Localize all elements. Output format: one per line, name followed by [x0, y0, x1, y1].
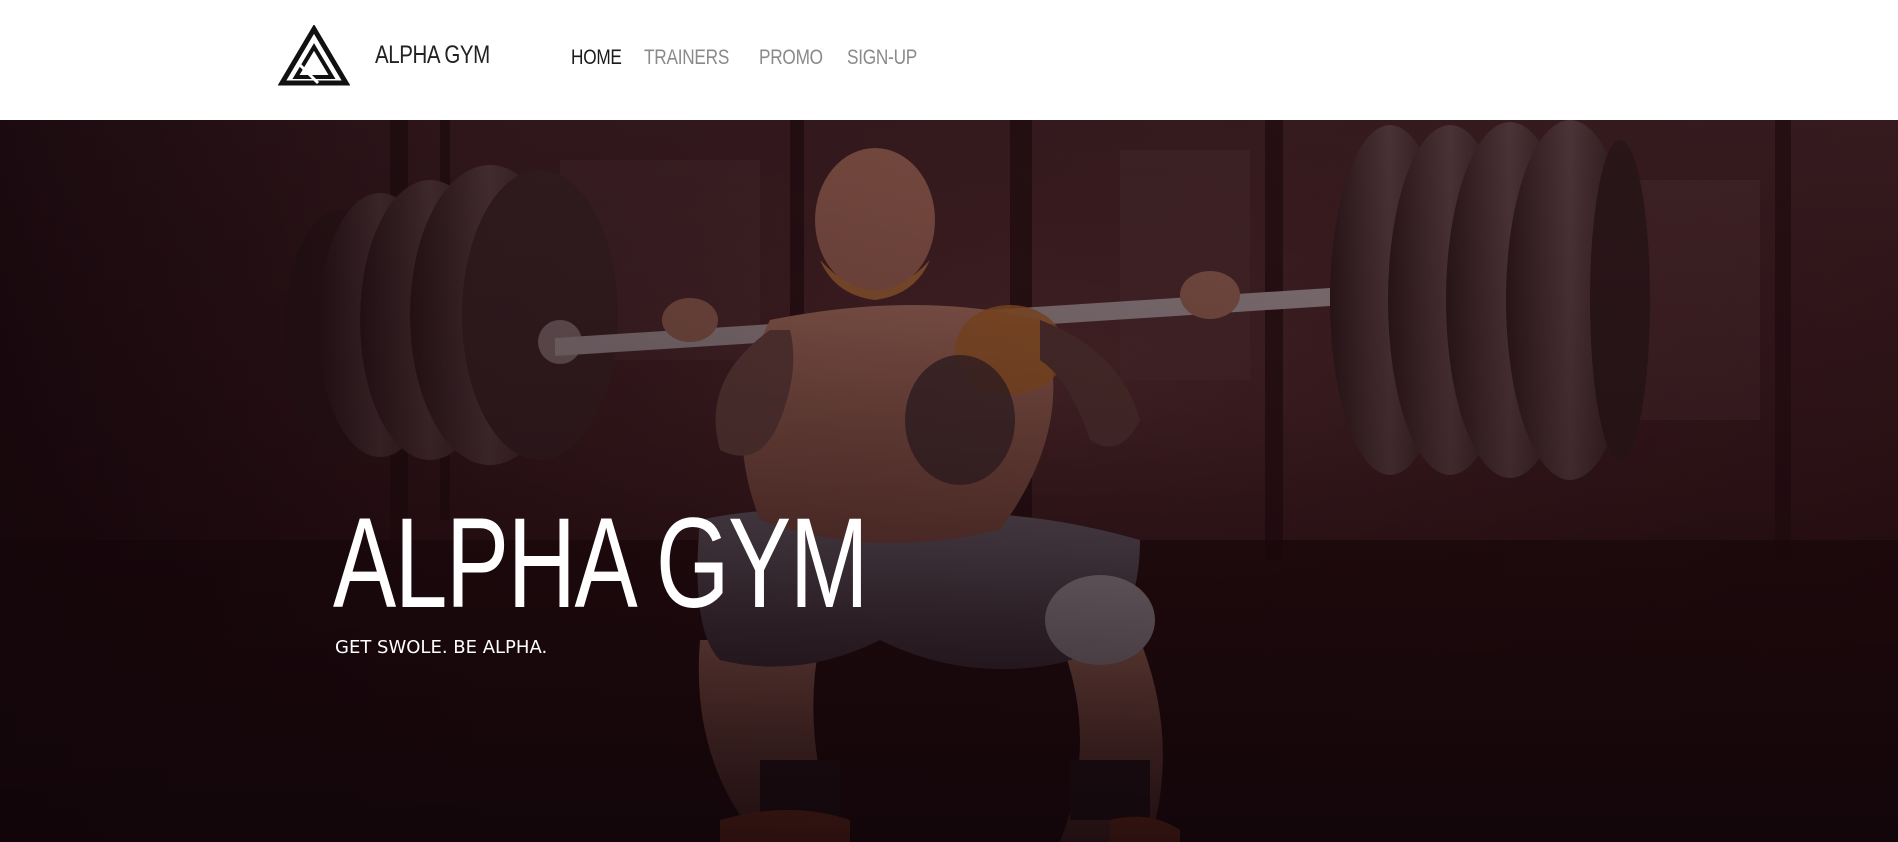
nav-promo-link[interactable]: PROMO: [759, 46, 823, 70]
hero-tagline: GET SWOLE. BE ALPHA.: [335, 637, 548, 658]
hero-section: ALPHA GYM GET SWOLE. BE ALPHA.: [0, 120, 1898, 842]
brand-name[interactable]: ALPHA GYM: [375, 41, 490, 70]
nav-trainers-link[interactable]: TRAINERS: [644, 46, 729, 70]
nav-signup-link[interactable]: SIGN-UP: [847, 46, 917, 70]
triangle-logo-icon[interactable]: [278, 25, 350, 87]
hero-title: ALPHA GYM: [333, 492, 869, 635]
nav-home-link[interactable]: HOME: [571, 46, 622, 70]
main-nav: HOME TRAINERS PROMO SIGN-UP: [571, 46, 924, 70]
weightlifter-squat-photo: [0, 120, 1898, 842]
top-navbar: ALPHA GYM HOME TRAINERS PROMO SIGN-UP: [0, 0, 1898, 120]
